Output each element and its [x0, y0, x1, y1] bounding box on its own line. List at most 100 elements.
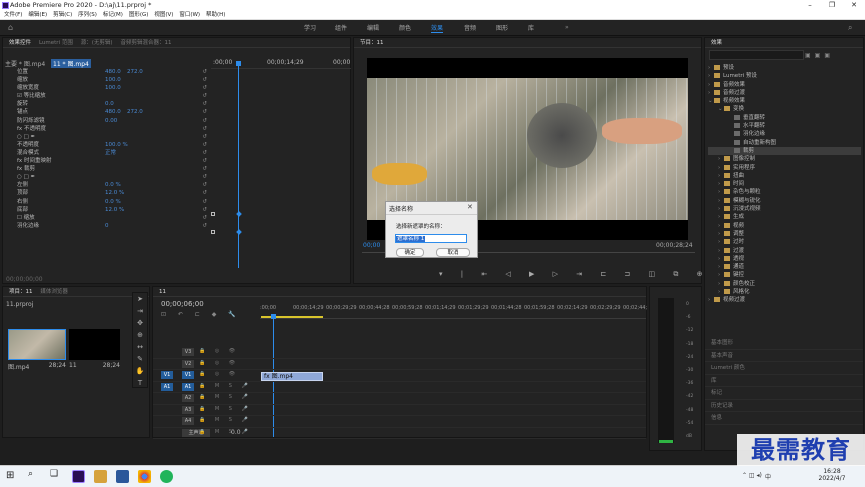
- effects-tree-item[interactable]: › 时间: [708, 180, 861, 188]
- effects-tree-item[interactable]: › 扭曲: [708, 172, 861, 180]
- reset-icon[interactable]: ↺: [202, 165, 207, 173]
- reset-icon[interactable]: ↺: [202, 117, 207, 125]
- track-controls-icons[interactable]: 🔒 M S 🎤: [199, 406, 252, 412]
- effects-tree-item[interactable]: › 过渡: [708, 247, 861, 255]
- timeline-track[interactable]: A3 🔒 M S 🎤: [153, 405, 646, 416]
- track-target-button[interactable]: A3: [182, 405, 194, 414]
- menu-markers[interactable]: 标记(M): [103, 11, 123, 20]
- property-value[interactable]: 480.0: [105, 68, 121, 76]
- app-icon-2[interactable]: [160, 470, 173, 483]
- tool-icons[interactable]: ➤ ⇥ ✥ ⊕ ↔ ✎ ✋ T: [133, 293, 147, 389]
- effects-tree-item[interactable]: › 音频效果: [708, 81, 861, 89]
- reset-icon[interactable]: ↺: [202, 157, 207, 165]
- timeline-track[interactable]: V3 🔒 ◎ 👁: [153, 347, 646, 359]
- reset-icon[interactable]: ↺: [202, 141, 207, 149]
- property-value[interactable]: 0.0 %: [105, 181, 121, 189]
- minimize-button[interactable]: –: [799, 0, 821, 11]
- keyframe-icon[interactable]: [211, 230, 215, 234]
- source-patch-audio[interactable]: A1: [161, 382, 173, 391]
- ok-button[interactable]: 确定: [396, 248, 424, 257]
- effect-property-row[interactable]: fx 裁剪 ↺: [3, 165, 211, 173]
- effects-tree-item[interactable]: › 实用程序: [708, 164, 861, 172]
- reset-icon[interactable]: ↺: [202, 198, 207, 206]
- menu-sequence[interactable]: 序列(S): [78, 11, 97, 20]
- taskbar-search-icon[interactable]: ⌕: [28, 469, 33, 479]
- track-controls-icons[interactable]: 🔒 ◎ 👁: [199, 348, 239, 354]
- transport-controls[interactable]: ▾ | ⇤ ◁ ▶ ▷ ⇥ ⊏ ⊐ ◫ ⧉ ⊕: [439, 270, 710, 279]
- keyframe-icon[interactable]: [211, 212, 215, 216]
- reset-icon[interactable]: ↺: [202, 214, 207, 222]
- property-value[interactable]: 480.0: [105, 108, 121, 116]
- track-controls-icons[interactable]: 🔒 M S 🎤: [199, 429, 252, 435]
- workspace-tab-graphics[interactable]: 图形: [496, 23, 508, 32]
- effect-property-row[interactable]: ○ □ ✒ ↺: [3, 173, 211, 181]
- clip-thumbnail-video[interactable]: [8, 329, 66, 360]
- track-controls-icons[interactable]: 🔒 ◎ 👁: [199, 371, 239, 377]
- reset-icon[interactable]: ↺: [202, 68, 207, 76]
- menu-view[interactable]: 视图(V): [154, 11, 173, 20]
- effect-property-row[interactable]: ☐ 缩放 ↺: [3, 214, 211, 222]
- chrome-app-icon[interactable]: [138, 470, 151, 483]
- timeline-track[interactable]: A2 🔒 M S 🎤: [153, 393, 646, 405]
- property-value[interactable]: 0: [105, 222, 109, 230]
- effects-tree-item[interactable]: 裁剪: [708, 146, 861, 156]
- reset-icon[interactable]: ↺: [202, 125, 207, 133]
- effects-tree-item[interactable]: › 视频: [708, 222, 861, 230]
- effects-search-input[interactable]: [709, 50, 804, 60]
- effect-property-row[interactable]: 旋转 0.0 ↺: [3, 100, 211, 108]
- property-value[interactable]: 0.0: [105, 100, 114, 108]
- track-target-button[interactable]: V3: [182, 348, 194, 356]
- effects-tree-item[interactable]: › 模糊与锐化: [708, 197, 861, 205]
- effect-property-row[interactable]: ○ □ ✒ ↺: [3, 133, 211, 141]
- effects-tree-item[interactable]: › 风格化: [708, 288, 861, 296]
- effects-tree-item[interactable]: ⌄ 变换: [708, 105, 861, 113]
- effects-filter-icons[interactable]: ▣▣▣: [805, 52, 834, 59]
- effects-tree-item[interactable]: › 调整: [708, 230, 861, 238]
- tab-source[interactable]: 源：(无剪辑): [81, 38, 113, 47]
- workspace-tab-learn[interactable]: 学习: [304, 23, 316, 32]
- workspace-tab-libraries[interactable]: 库: [528, 23, 534, 32]
- ime-indicator[interactable]: 中: [765, 472, 771, 481]
- property-value[interactable]: 12.0 %: [105, 206, 124, 214]
- tab-media-browser[interactable]: 媒体浏览器: [40, 287, 68, 296]
- sequence-clip-label[interactable]: 11 * 图.mp4: [51, 59, 91, 68]
- collapsed-panel-tab[interactable]: 基本声音: [705, 350, 863, 362]
- effects-tree-item[interactable]: › 键控: [708, 271, 861, 279]
- timeline-timecode[interactable]: 00;00;06;00: [161, 300, 204, 308]
- effect-property-row[interactable]: 底部 12.0 % ↺: [3, 206, 211, 214]
- timeline-tool-icons[interactable]: ⊡ ↶ ⊏ ◆ 🔧: [161, 311, 241, 318]
- effect-property-row[interactable]: 羽化边缘 0 ↺: [3, 222, 211, 230]
- effect-property-row[interactable]: 不透明度 100.0 % ↺: [3, 141, 211, 149]
- effect-property-row[interactable]: fx 不透明度 ↺: [3, 125, 211, 133]
- track-controls-icons[interactable]: 🔒 M S 🎤: [199, 383, 252, 389]
- maximize-button[interactable]: ❐: [821, 0, 843, 11]
- property-value-y[interactable]: 272.0: [127, 68, 143, 76]
- timeline-clip[interactable]: fx 图.mp4: [261, 372, 323, 381]
- master-clip-label[interactable]: 主要 * 图.mp4: [5, 59, 45, 68]
- mask-name-input[interactable]: 遮罩名称 1: [395, 234, 467, 243]
- reset-icon[interactable]: ↺: [202, 222, 207, 230]
- effect-property-row[interactable]: fx 时间重映射 ↺: [3, 157, 211, 165]
- effects-tree-item[interactable]: › 生成: [708, 213, 861, 221]
- track-controls-icons[interactable]: 🔒 M S 🎤: [199, 394, 252, 400]
- collapsed-panel-tab[interactable]: 信息: [705, 412, 863, 425]
- property-value[interactable]: 正常: [105, 149, 116, 157]
- workspace-tab-effects[interactable]: 效果: [431, 23, 444, 33]
- reset-icon[interactable]: ↺: [202, 181, 207, 189]
- effects-tree-item[interactable]: ⌄ 视频效果: [708, 97, 861, 105]
- reset-icon[interactable]: ↺: [202, 92, 207, 100]
- reset-icon[interactable]: ↺: [202, 84, 207, 92]
- workspace-overflow-icon[interactable]: »: [565, 24, 569, 31]
- tab-lumetri-scopes[interactable]: Lumetri 范围: [39, 38, 73, 47]
- reset-icon[interactable]: ↺: [202, 206, 207, 214]
- property-value[interactable]: 100.0 %: [105, 141, 128, 149]
- timeline-track[interactable]: V1 V1 🔒 ◎ 👁: [153, 370, 646, 382]
- effects-tree-item[interactable]: 水平翻转: [708, 122, 861, 130]
- effects-tree-item[interactable]: › 杂色与颗粒: [708, 188, 861, 196]
- property-value-y[interactable]: 272.0: [127, 108, 143, 116]
- effects-tree-item[interactable]: › 颜色校正: [708, 280, 861, 288]
- reset-icon[interactable]: ↺: [202, 173, 207, 181]
- windows-start-icon[interactable]: ⊞: [6, 470, 14, 481]
- effects-tree-item[interactable]: › 透视: [708, 255, 861, 263]
- track-target-button[interactable]: A2: [182, 394, 194, 402]
